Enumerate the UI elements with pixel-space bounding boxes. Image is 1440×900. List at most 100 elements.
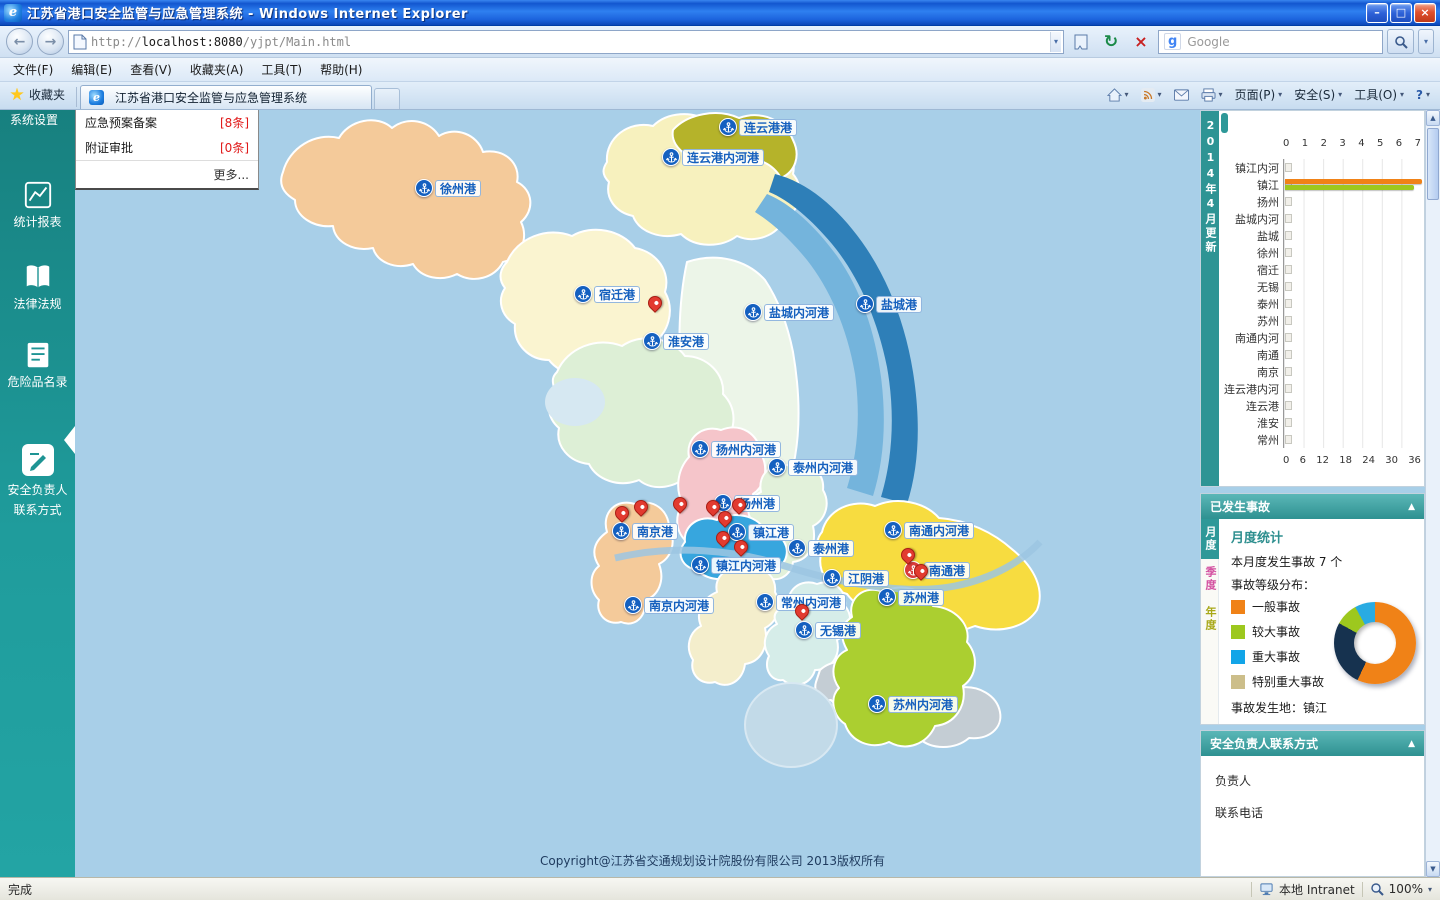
maximize-button[interactable]: □ (1390, 2, 1412, 23)
url-dropdown-button[interactable]: ▾ (1049, 31, 1061, 52)
port-label: 泰州内河港 (788, 458, 859, 476)
port-marker[interactable]: 宿迁港 (574, 285, 641, 303)
port-marker[interactable]: 盐城港 (856, 295, 923, 313)
chart-category-label: 镇江 (1257, 178, 1279, 192)
legend-swatch (1231, 624, 1245, 639)
port-marker[interactable]: 徐州港 (415, 179, 482, 197)
port-marker[interactable]: 镇江内河港 (691, 556, 782, 574)
stop-button[interactable]: × (1128, 29, 1154, 55)
sidebar-item-laws[interactable]: 法律法规 (0, 262, 75, 312)
accident-pin-icon[interactable] (670, 494, 690, 514)
help-button[interactable]: ? ▾ (1410, 86, 1436, 104)
tools-menu-button[interactable]: 工具(O) ▾ (1348, 84, 1410, 105)
security-zone[interactable]: 本地 Intranet (1259, 881, 1355, 898)
chart-category-label: 镇江内河 (1235, 161, 1279, 175)
port-marker[interactable]: 南京内河港 (624, 596, 715, 614)
port-marker[interactable]: 南通内河港 (884, 521, 975, 539)
anchor-icon (662, 148, 680, 166)
port-marker[interactable]: 苏州内河港 (868, 695, 959, 713)
port-marker[interactable]: 盐城内河港 (744, 303, 835, 321)
menu-tools[interactable]: 工具(T) (252, 58, 311, 81)
menu-edit[interactable]: 编辑(E) (62, 58, 121, 81)
port-marker[interactable]: 泰州港 (788, 539, 855, 557)
accident-pin-icon[interactable] (631, 497, 651, 517)
more-link[interactable]: 更多... (76, 160, 258, 188)
port-marker[interactable]: 淮安港 (643, 332, 710, 350)
map-marker-layer: 连云港港连云港内河港徐州港宿迁港淮安港 盐城内河港 盐城港扬州内河港 泰州内河港 扬州港… (75, 110, 1200, 877)
browser-tab-active[interactable]: e 江苏省港口安全监管与应急管理系统 (80, 85, 373, 109)
anchor-icon (744, 303, 762, 321)
anchor-icon (868, 695, 886, 713)
port-label: 淮安港 (663, 332, 710, 350)
tab-quarterly[interactable]: 季度 (1201, 559, 1219, 599)
compatibility-view-button[interactable] (1068, 29, 1094, 55)
chart-scrollbar-thumb[interactable] (1221, 113, 1228, 133)
page-menu-button[interactable]: 页面(P) ▾ (1229, 84, 1289, 105)
chart-track (1283, 414, 1421, 431)
refresh-button[interactable]: ↻ (1098, 29, 1124, 55)
menu-bar: 文件(F) 编辑(E) 查看(V) 收藏夹(A) 工具(T) 帮助(H) (0, 58, 1440, 82)
zoom-control[interactable]: 100% ▾ (1370, 882, 1432, 896)
minimize-button[interactable]: – (1366, 2, 1388, 23)
menu-favorites[interactable]: 收藏夹(A) (181, 58, 253, 81)
collapse-icon[interactable]: ▲ (1408, 502, 1415, 512)
url-field[interactable]: http://localhost:8080/yjpt/Main.html ▾ (68, 29, 1064, 54)
chart-top-axis-row: 01234567 (1221, 135, 1421, 151)
chart-category-label: 盐城 (1257, 229, 1279, 243)
tab-monthly[interactable]: 月度 (1201, 519, 1219, 559)
divider (1361, 881, 1363, 897)
port-marker[interactable]: 江阴港 (823, 569, 890, 587)
accident-panel-header[interactable]: 已发生事故 ▲ (1201, 494, 1424, 519)
print-button[interactable]: ▾ (1195, 86, 1229, 104)
port-marker[interactable]: 无锡港 (795, 621, 862, 639)
close-button[interactable]: × (1414, 2, 1436, 23)
menu-help[interactable]: 帮助(H) (311, 58, 371, 81)
collapse-icon[interactable]: ▲ (1408, 739, 1415, 749)
safety-menu-button[interactable]: 安全(S) ▾ (1288, 84, 1348, 105)
tab-yearly[interactable]: 年度 (1201, 599, 1219, 639)
quick-row-approval[interactable]: 附证审批 [0条] (76, 135, 258, 160)
menu-file[interactable]: 文件(F) (4, 58, 62, 81)
chart-row: 连云港 (1221, 397, 1421, 414)
search-dropdown-button[interactable]: ▾ (1418, 29, 1434, 54)
port-marker[interactable]: 南京港 (612, 522, 679, 540)
title-bar[interactable]: e 江苏省港口安全监管与应急管理系统 - Windows Internet Ex… (0, 0, 1440, 26)
quick-row-emergency-plan[interactable]: 应急预案备案 [8条] (76, 110, 258, 135)
divider (76, 87, 78, 107)
anchor-icon (788, 539, 806, 557)
chart-row: 镇江内河 (1221, 159, 1421, 176)
port-marker[interactable]: 苏州港 (878, 588, 945, 606)
port-marker[interactable]: 扬州港 (714, 494, 781, 512)
map-canvas[interactable]: 连云港港连云港内河港徐州港宿迁港淮安港 盐城内河港 盐城港扬州内河港 泰州内河港 扬州港… (75, 110, 1200, 877)
anchor-icon (878, 588, 896, 606)
sidebar-item-system-settings[interactable]: 系统设置 (0, 110, 75, 128)
search-box[interactable]: g Google (1158, 29, 1383, 54)
port-marker[interactable]: 连云港港 (719, 118, 798, 136)
scrollbar-thumb[interactable] (1427, 128, 1439, 200)
home-button[interactable]: ▾ (1101, 86, 1135, 104)
mail-button[interactable] (1168, 87, 1195, 103)
port-marker[interactable]: 泰州内河港 (768, 458, 859, 476)
google-logo-icon: g (1164, 33, 1182, 50)
feed-button[interactable]: ▾ (1135, 86, 1168, 104)
chart-category-label: 连云港内河 (1224, 382, 1279, 396)
favorites-button[interactable]: 收藏夹 (4, 82, 73, 109)
menu-view[interactable]: 查看(V) (121, 58, 181, 81)
scroll-down-button[interactable]: ▼ (1426, 861, 1440, 877)
scrollbar-track[interactable] (1426, 126, 1440, 861)
accident-pin-icon[interactable] (612, 503, 632, 523)
port-marker[interactable]: 镇江港 (728, 523, 795, 541)
forward-button[interactable]: → (37, 28, 64, 55)
back-button[interactable]: ← (6, 28, 33, 55)
vertical-scrollbar[interactable]: ▲ ▼ (1425, 110, 1440, 877)
contact-panel-header[interactable]: 安全负责人联系方式 ▲ (1201, 731, 1424, 756)
port-marker[interactable]: 连云港内河港 (662, 148, 765, 166)
accident-pin-icon[interactable] (645, 293, 665, 313)
scroll-up-button[interactable]: ▲ (1426, 110, 1440, 126)
new-tab-stub[interactable] (374, 88, 401, 109)
sidebar-item-statistics[interactable]: 统计报表 (0, 180, 75, 230)
sidebar-item-hazmat[interactable]: 危险品名录 (0, 340, 75, 390)
port-marker[interactable]: 扬州内河港 (691, 440, 782, 458)
quick-info-panel: 应急预案备案 [8条] 附证审批 [0条] 更多... (75, 110, 259, 190)
search-button[interactable] (1387, 29, 1414, 54)
